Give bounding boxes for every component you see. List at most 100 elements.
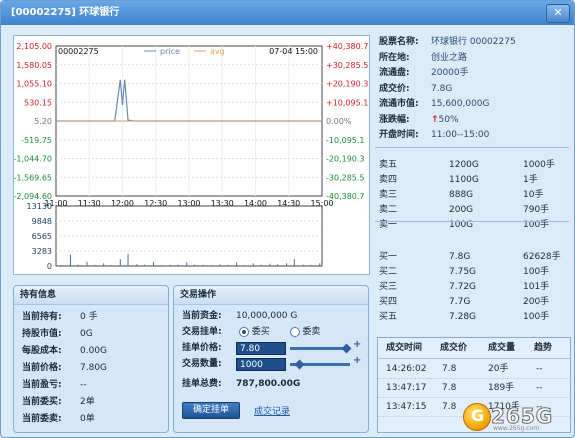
order-type-label: 交易挂单: [182,327,222,337]
info-row: 流通市值: 15,600,000G [379,97,490,111]
bids-qty: 101手 [523,282,550,292]
holding-value: -- [80,380,87,390]
chart-timestamp: 07-04 15:00 [269,47,318,56]
right-tick-label: +10,095.1 [326,98,368,107]
qty-label: 交易数量: [182,359,222,369]
trade-records-link[interactable]: 成交记录 [254,404,290,417]
trade-time: 13:47:17 [386,383,427,393]
price-input[interactable]: 7.80 [236,342,286,355]
left-tick-label: 5.20 [34,117,52,126]
bids-price: 7.72G [449,282,477,292]
col-qty: 成交量 [488,343,516,353]
divider [375,147,569,148]
right-tick-label: -20,190.3 [326,155,365,164]
info-value: 20000手 [431,68,469,78]
close-button[interactable]: ✕ [546,4,570,23]
funds-row: 当前资金: 10,000,000 G [182,308,297,324]
stock-window: [00002275] 环球银行 ✕ 2,105.00 +40,380.7 1,580… [0,0,575,438]
bids-label: 买四 [379,297,398,307]
funds-label: 当前资金: [182,311,222,321]
title-bar: [00002275] 环球银行 ✕ [1,1,574,25]
asks-row: 卖五 1200G 1000手 [375,158,571,173]
info-value: 环球银行 00002275 [431,37,516,47]
bids-price: 7.28G [449,312,477,322]
asks-qty: 1手 [523,175,538,185]
right-tick-label: +30,285.5 [326,61,368,70]
holding-row: 当前持有: 0 手 [22,309,98,325]
left-tick-label: 2,105.00 [16,42,52,51]
qty-plus-icon[interactable]: + [353,355,361,366]
volume-tick-label: 9848 [32,217,52,226]
trade-price: 7.8 [442,383,457,393]
divider [375,221,569,222]
qty-input[interactable]: 1000 [236,358,286,371]
x-tick-label: 13:30 [211,199,234,208]
bids-row: 买一 7.8G 62628手 [375,250,571,265]
x-tick-label: 14:30 [277,199,300,208]
info-label: 开盘时间: [379,130,419,140]
info-label: 流通市值: [379,99,419,109]
left-tick-label: 1,055.10 [16,80,52,89]
price-plus-icon[interactable]: + [353,339,361,350]
sell-radio-label[interactable]: 委卖 [302,327,320,337]
up-arrow-icon: ↑ [431,114,439,125]
x-tick-label: 14:00 [244,199,267,208]
asks-label: 卖四 [379,175,398,185]
bids-label: 买二 [379,267,398,277]
holdings-panel: 持有信息 当前持有: 0 手持股市值: 0G 每股成本: 0.00G 当前价格: 7.80G… [13,285,169,433]
price-slider-handle[interactable] [341,343,352,354]
holding-value: 0.00G [80,346,108,356]
buy-radio[interactable] [238,326,249,337]
info-value: 创业之路 [431,52,468,63]
holding-label: 当前价格: [22,363,62,373]
asks-label: 卖三 [379,190,398,200]
info-label: 所在地: [379,52,410,63]
buy-radio-label[interactable]: 委买 [252,327,270,337]
trade-trend: -- [536,364,543,374]
holding-value: 7.80G [80,363,108,373]
trade-time: 14:26:02 [386,364,427,374]
info-value: 50% [438,114,459,125]
asks-row: 卖二 200G 790手 [375,203,571,218]
watermark-url: www.265g.com [493,425,540,432]
holding-value: 0G [80,329,93,339]
watermark-logo-icon: G [463,403,491,431]
bids-label: 买三 [379,282,398,292]
holding-label: 持股市值: [22,329,62,339]
holding-row: 持股市值: 0G [22,326,93,342]
holdings-title: 持有信息 [14,286,168,305]
asks-price: 1100G [449,175,479,185]
bids-row: 买四 7.7G 200手 [375,295,571,310]
asks-qty: 10手 [523,190,544,200]
info-row: 流通盘: 20000手 [379,66,469,80]
site-watermark: G 265G www.265g.com [463,403,571,433]
trade-panel-title: 交易操作 [174,286,368,305]
sell-radio[interactable] [289,326,300,337]
info-row: 所在地: 创业之路 [379,51,467,65]
order-type-row: 交易挂单: 委买 委卖 [182,324,320,340]
qty-slider-handle[interactable] [294,359,305,370]
col-trend: 趋势 [534,343,553,353]
price-chart: 2,105.00 +40,380.7 1,580.05 +30,285.5 1,055.… [13,35,370,275]
legend-avg: avg [210,47,225,56]
bids-qty: 200手 [523,297,550,307]
holding-value: 0 手 [80,312,98,322]
holding-label: 当前持有: [22,312,62,322]
info-label: 成交价: [379,83,410,94]
trade-qty: 189手 [488,383,515,393]
volume-tick-label: 3283 [32,247,52,256]
volume-tick-label: 13130 [27,202,52,211]
holding-value: 0单 [80,414,95,424]
confirm-order-button[interactable]: 确定挂单 [182,402,240,419]
asks-row: 卖三 888G 10手 [375,188,571,203]
chart-svg: 2,105.00 +40,380.7 1,580.05 +30,285.5 1,055.… [13,42,368,271]
col-time: 成交时间 [386,343,423,353]
info-value: 7.8G [431,83,453,94]
info-value: 15,600,000G [431,99,490,109]
holding-row: 当前委卖: 0单 [22,411,95,427]
left-tick-label: -1,044.70 [14,155,52,164]
funds-value: 10,000,000 G [236,311,298,321]
bids-qty: 62628手 [523,252,561,262]
holding-label: 当前委买: [22,397,62,407]
trade-panel: 交易操作 当前资金: 10,000,000 G 交易挂单: 委买 委卖 挂单价格:… [173,285,369,433]
